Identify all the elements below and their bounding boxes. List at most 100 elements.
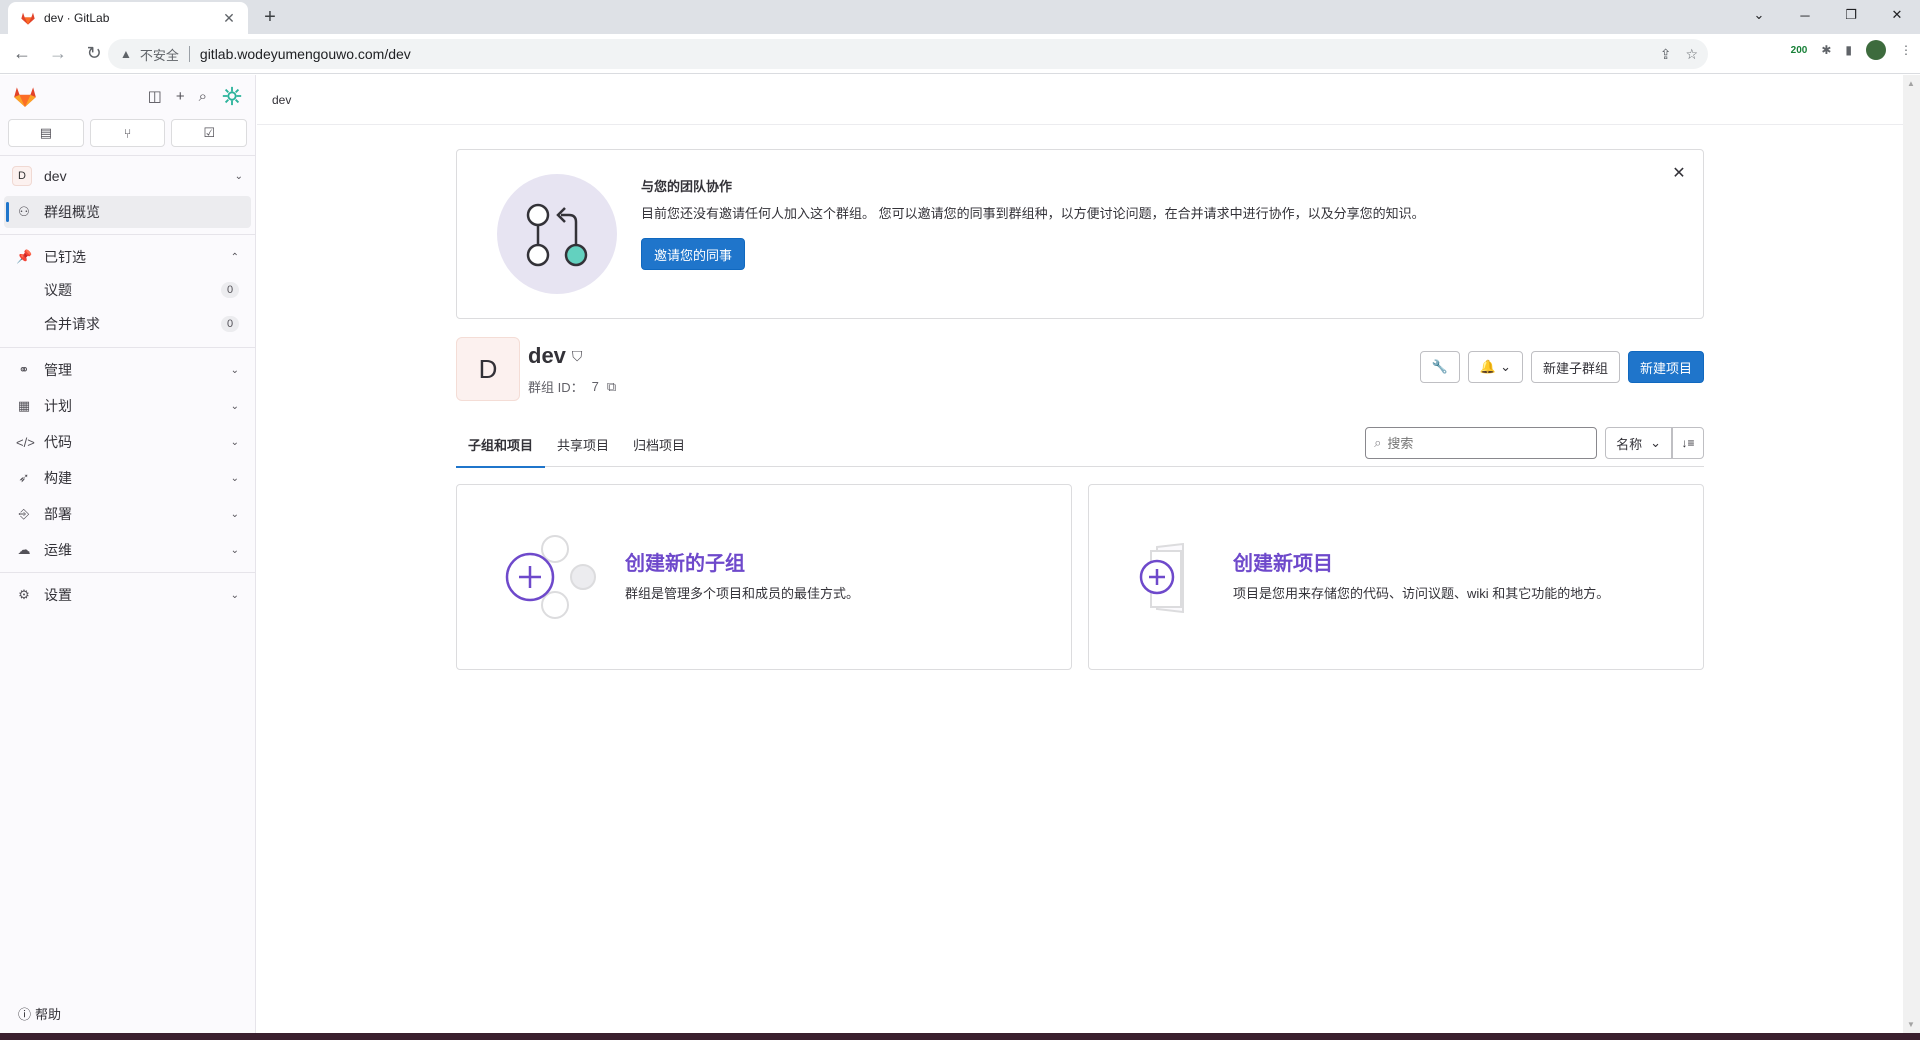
omnibox-actions: ⇪ ☆ — [1660, 39, 1698, 69]
gear-icon: ⚙ — [18, 587, 30, 602]
page-title: dev — [528, 343, 566, 368]
address-bar[interactable]: ▲ 不安全 gitlab.wodeyumengouwo.com/dev ⇪ ☆ — [108, 39, 1708, 69]
close-icon[interactable]: ✕ — [1669, 164, 1689, 184]
scroll-down-icon[interactable]: ▼ — [1907, 1020, 1915, 1029]
sidebar-item-label: 议题 — [44, 282, 72, 298]
merge-request-icon: ⑂ — [123, 125, 132, 141]
sidebar-divider — [0, 572, 255, 573]
extensions-puzzle-icon[interactable]: ✱ — [1821, 43, 1831, 57]
close-window-icon[interactable]: ✕ — [1874, 0, 1920, 30]
share-icon[interactable]: ⇪ — [1660, 46, 1672, 63]
warning-icon: ▲ — [120, 47, 132, 61]
tab-subgroups-projects[interactable]: 子组和项目 — [456, 421, 546, 468]
restore-icon[interactable]: ❐ — [1828, 0, 1874, 30]
chevron-down-icon: ⌄ — [230, 472, 239, 484]
help-label: 帮助 — [35, 1007, 62, 1022]
browser-tab[interactable]: dev · GitLab ✕ — [8, 2, 248, 34]
wrench-icon: 🔧 — [1431, 359, 1448, 374]
minimize-icon[interactable]: ─ — [1782, 0, 1828, 30]
invite-colleagues-button[interactable]: 邀请您的同事 — [641, 238, 746, 270]
issues-shortcut[interactable]: ▤ — [8, 119, 84, 147]
browser-menu-icon[interactable]: ⋮ — [1900, 43, 1912, 57]
todos-shortcut[interactable]: ☑ — [171, 119, 248, 147]
pin-icon: 📌 — [16, 249, 33, 264]
gitlab-logo-icon[interactable] — [12, 83, 38, 109]
gitlab-favicon-icon — [21, 12, 35, 25]
new-project-button[interactable]: 新建项目 — [1627, 351, 1704, 383]
back-icon[interactable]: ← — [8, 40, 36, 68]
tab-archived-projects[interactable]: 归档项目 — [621, 421, 697, 467]
sidebar-item-issues[interactable]: 议题 0 — [4, 273, 251, 307]
merge-requests-shortcut[interactable]: ⑂ — [89, 119, 166, 147]
search-icon: ⌕ — [1374, 435, 1382, 450]
sort-direction-button[interactable]: ↓≡ — [1672, 427, 1704, 459]
create-subgroup-card[interactable]: 创建新的子组 群组是管理多个项目和成员的最佳方式。 — [456, 484, 1072, 670]
subgroup-illustration-icon — [505, 535, 596, 619]
sidebar-item-label: 合并请求 — [44, 316, 100, 332]
new-tab-icon[interactable]: + — [258, 5, 282, 29]
breadcrumb: dev — [257, 75, 1903, 125]
side-panel-icon[interactable]: ▮ — [1845, 43, 1852, 57]
invite-title: 与您的团队协作 — [641, 179, 733, 194]
create-subgroup-description: 群组是管理多个项目和成员的最佳方式。 — [625, 586, 860, 601]
sidebar-item-manage[interactable]: ⚭ 管理 ⌄ — [4, 354, 251, 386]
project-illustration-icon — [1139, 543, 1184, 613]
profile-avatar[interactable] — [1866, 40, 1886, 60]
sidebar-item-pinned[interactable]: 📌 已钉选 ⌃ — [4, 241, 251, 273]
create-subgroup-title[interactable]: 创建新的子组 — [625, 547, 745, 576]
context-switcher[interactable]: D dev ⌄ — [0, 156, 255, 196]
chevron-down-icon: ⌄ — [234, 170, 243, 182]
invite-banner: 与您的团队协作 目前您还没有邀请任何人加入这个群组。 您可以邀请您的同事到群组种… — [456, 149, 1704, 319]
search-input[interactable] — [1387, 435, 1578, 451]
group-actions: 🔧 🔔 ⌄ 新建子群组 新建项目 — [1419, 351, 1704, 383]
tab-search-icon[interactable]: ⌄ — [1736, 0, 1782, 30]
sidebar-item-code[interactable]: </> 代码 ⌄ — [4, 426, 251, 458]
bookmark-star-icon[interactable]: ☆ — [1685, 46, 1698, 63]
sidebar-item-deploy[interactable]: ⎆ 部署 ⌄ — [4, 498, 251, 530]
toggle-sidebar-icon[interactable]: ◫ — [148, 87, 162, 105]
group-id-value: 7 — [591, 379, 599, 394]
sort-label: 名称 — [1616, 436, 1643, 452]
sidebar-item-merge-requests[interactable]: 合并请求 0 — [4, 307, 251, 341]
group-id-label: 群组 ID： — [528, 380, 584, 395]
sidebar-item-build[interactable]: ➶ 构建 ⌄ — [4, 462, 251, 494]
chevron-down-icon: ⌄ — [230, 436, 239, 448]
copy-icon[interactable]: ⧉ — [607, 379, 616, 395]
group-title-row: dev ⛉ — [528, 343, 582, 369]
browser-toolbar: ← → ↻ ▲ 不安全 gitlab.wodeyumengouwo.com/de… — [0, 34, 1920, 74]
extension-badge[interactable]: 200 — [1791, 45, 1808, 56]
context-avatar: D — [12, 166, 32, 186]
group-overview-icon: ⚇ — [18, 204, 30, 219]
issues-icon: ▤ — [39, 125, 52, 140]
sidebar-item-operate[interactable]: ☁ 运维 ⌄ — [4, 534, 251, 566]
search-icon[interactable]: ⌕ — [199, 88, 207, 105]
calendar-icon: ▦ — [17, 398, 31, 413]
forward-icon[interactable]: → — [44, 40, 72, 68]
sidebar-item-label: 群组概览 — [44, 204, 100, 220]
sidebar-item-plan[interactable]: ▦ 计划 ⌄ — [4, 390, 251, 422]
page-scrollbar[interactable]: ▲ ▼ — [1903, 75, 1920, 1033]
help-link[interactable]: ⓘ 帮助 — [18, 1004, 61, 1023]
settings-wrench-button[interactable]: 🔧 — [1419, 351, 1460, 383]
reload-icon[interactable]: ↻ — [80, 40, 108, 68]
create-project-card[interactable]: 创建新项目 项目是您用来存储您的代码、访问议题、wiki 和其它功能的地方。 — [1088, 484, 1704, 670]
tab-shared-projects[interactable]: 共享项目 — [545, 421, 621, 467]
breadcrumb-item[interactable]: dev — [272, 93, 291, 107]
address-separator — [188, 46, 190, 62]
create-project-title[interactable]: 创建新项目 — [1233, 547, 1333, 576]
close-tab-icon[interactable]: ✕ — [220, 10, 238, 27]
sidebar-top-actions: ◫ + ⌕ — [148, 85, 243, 107]
scroll-up-icon[interactable]: ▲ — [1907, 79, 1915, 88]
cloud-icon: ☁ — [17, 542, 31, 557]
duo-icon[interactable] — [221, 85, 243, 107]
chevron-down-icon: ⌄ — [230, 400, 239, 412]
sidebar-item-settings[interactable]: ⚙ 设置 ⌄ — [4, 579, 251, 611]
sort-dropdown[interactable]: 名称 ⌄ — [1605, 427, 1672, 459]
sidebar-item-label: 部署 — [44, 506, 72, 522]
chevron-up-icon: ⌃ — [230, 251, 239, 263]
new-subgroup-button[interactable]: 新建子群组 — [1530, 351, 1620, 383]
create-new-icon[interactable]: + — [176, 88, 185, 105]
notifications-button[interactable]: 🔔 ⌄ — [1467, 351, 1523, 383]
sidebar-item-label: 设置 — [44, 587, 72, 603]
sidebar-item-overview[interactable]: ⚇ 群组概览 — [4, 196, 251, 228]
